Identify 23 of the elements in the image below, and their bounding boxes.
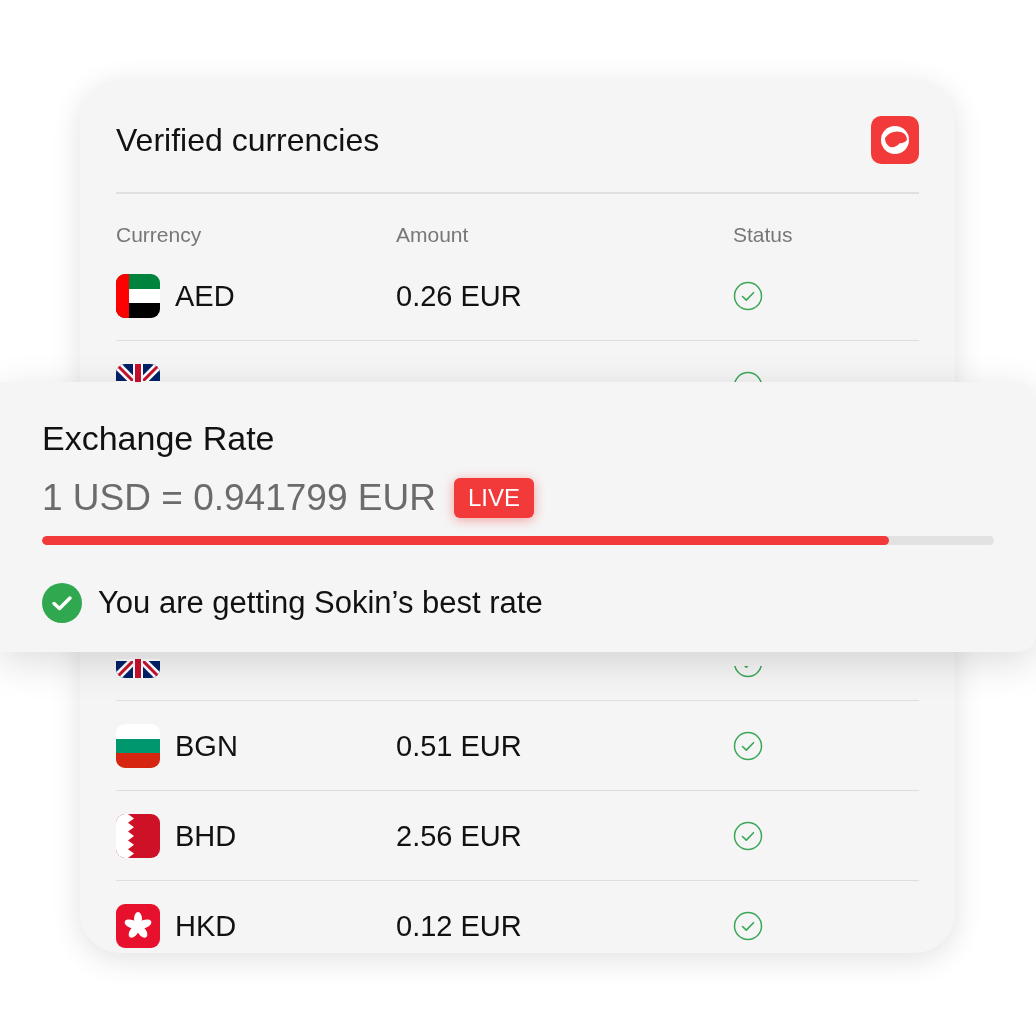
column-header: Amount <box>396 223 470 247</box>
column-header: Currency <box>116 223 203 247</box>
live-badge: LIVE <box>453 478 534 518</box>
column-header: Status <box>733 223 794 247</box>
flag-icon <box>116 723 160 768</box>
currency-code: BGN <box>175 728 238 764</box>
flag-icon <box>116 659 160 678</box>
card-title: Verified currencies <box>116 121 380 160</box>
amount-text: 0.51 EUR <box>396 728 523 764</box>
amount-text: 0.26 EUR <box>396 278 523 314</box>
logo-icon <box>871 116 919 164</box>
rate-text: 1 USD = 0.941799 EUR <box>42 476 436 520</box>
currency-code: BHD <box>175 818 237 854</box>
currency-code: HKD <box>175 908 237 944</box>
amount-text: 2.56 EUR <box>396 818 523 854</box>
flag-icon <box>116 273 160 318</box>
check-circle-icon <box>42 583 82 623</box>
flag-icon <box>116 813 160 858</box>
amount-text: 0.12 EUR <box>396 908 523 944</box>
panel-title: Exchange Rate <box>42 418 276 458</box>
currency-code: AED <box>175 278 235 314</box>
best-rate-message: You are getting Sokin’s best rate <box>98 584 543 622</box>
flag-icon <box>116 903 160 948</box>
